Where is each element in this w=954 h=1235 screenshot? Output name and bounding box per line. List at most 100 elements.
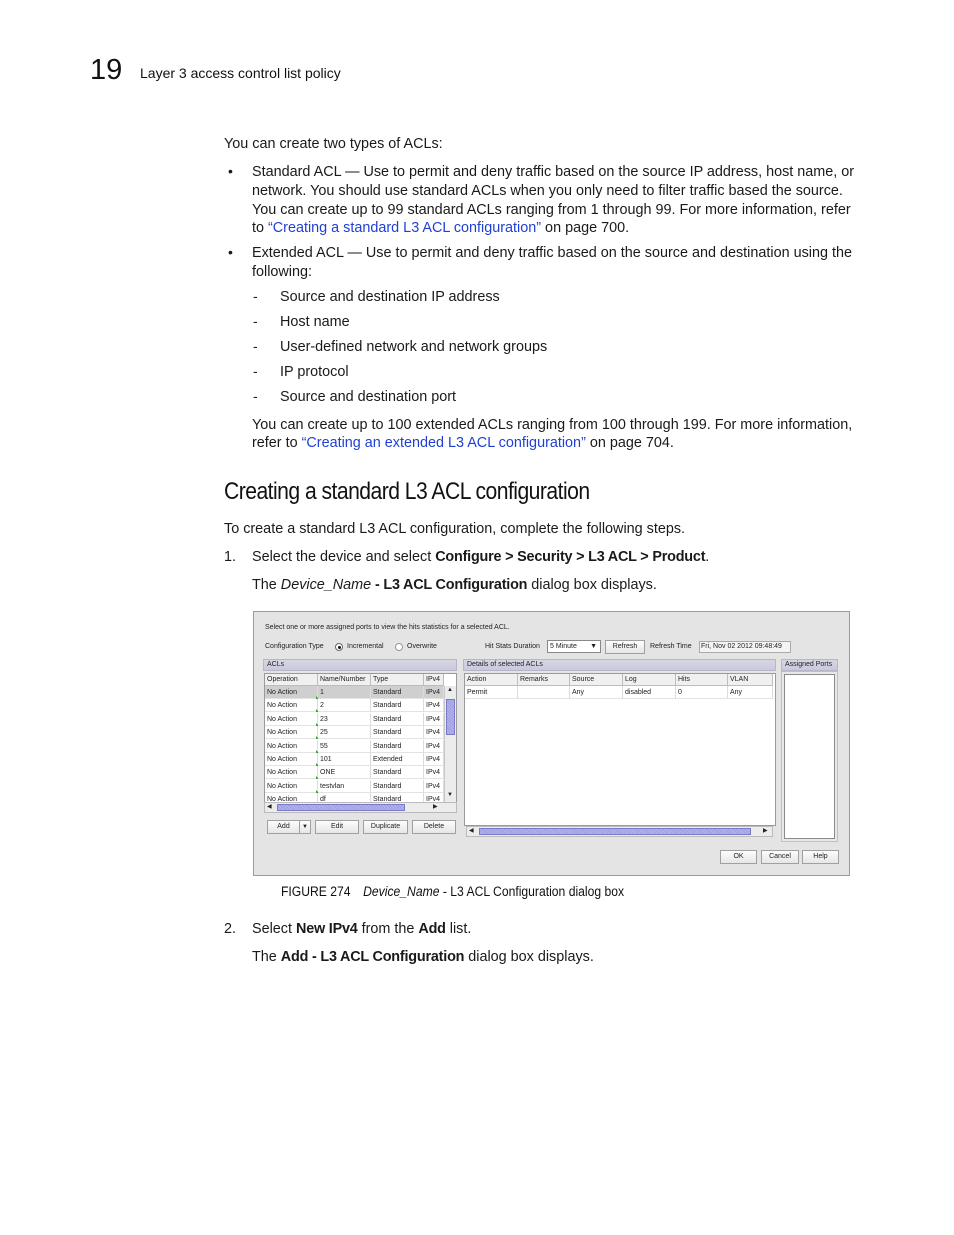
scroll-left-icon[interactable]: ◀	[469, 827, 474, 834]
text: Select	[252, 921, 296, 937]
text: .	[705, 549, 710, 565]
text: The	[252, 577, 281, 593]
add-button[interactable]: Add	[267, 820, 300, 834]
hit-stats-duration-select[interactable]: 5 Minute ▼	[547, 640, 601, 653]
table-cell: IPv4	[424, 766, 444, 780]
chapter-number: 19	[90, 54, 123, 86]
help-button[interactable]: Help	[802, 850, 839, 864]
extended-acl-line2: following:	[252, 264, 312, 280]
scroll-up-icon[interactable]: ▲	[447, 687, 453, 693]
column-header[interactable]: VLAN	[728, 674, 773, 686]
table-row[interactable]: No Action 101 Extended IPv4	[265, 753, 444, 766]
device-name: Device_Name	[280, 577, 372, 593]
figure-caption: FIGURE 274 Device_Name - L3 ACL Configura…	[281, 884, 624, 899]
column-header[interactable]: Type	[371, 674, 424, 686]
column-header[interactable]: Operation	[265, 674, 318, 686]
table-cell: No Action	[265, 699, 318, 713]
select-value: 5 Minute	[550, 643, 577, 650]
table-cell: Any	[728, 686, 773, 699]
column-header[interactable]: Remarks	[518, 674, 570, 686]
table-cell: Standard	[371, 686, 424, 699]
scroll-thumb[interactable]	[446, 699, 455, 735]
refresh-time-field: Fri, Nov 02 2012 09:48:49	[699, 641, 791, 653]
duplicate-button[interactable]: Duplicate	[363, 820, 408, 834]
details-panel-title: Details of selected ACLs	[463, 659, 776, 671]
details-horizontal-scrollbar[interactable]: ◀ ▶	[466, 826, 773, 837]
extended-note-line1: You can create up to 100 extended ACLs r…	[252, 417, 853, 433]
acls-vertical-scrollbar[interactable]: ▲ ▼	[444, 686, 456, 803]
column-header[interactable]: Log	[623, 674, 676, 686]
table-row[interactable]: No Action 1 Standard IPv4	[265, 686, 444, 699]
standard-acl-link[interactable]: “Creating a standard L3 ACL configuratio…	[268, 220, 541, 236]
dialog-instruction: Select one or more assigned ports to vie…	[265, 624, 510, 631]
table-cell: Any	[570, 686, 623, 699]
figure-title: - L3 ACL Configuration dialog box	[439, 884, 625, 899]
scroll-thumb[interactable]	[277, 804, 405, 811]
cancel-button[interactable]: Cancel	[761, 850, 799, 864]
dash-icon: -	[253, 313, 258, 329]
text: list.	[445, 921, 472, 937]
table-cell: Standard	[371, 739, 424, 753]
text: from the	[357, 921, 419, 937]
assigned-ports-panel	[781, 671, 838, 842]
text: on page 700.	[541, 220, 630, 236]
acls-panel-title: ACLs	[263, 659, 457, 671]
table-cell: No Action	[265, 753, 318, 766]
table-row[interactable]: No Action ONE Standard IPv4	[265, 766, 444, 780]
text: on page 704.	[585, 435, 674, 451]
add-dropdown-chevron-icon[interactable]: ▼	[299, 820, 311, 834]
table-cell: Standard	[371, 699, 424, 713]
scroll-down-icon[interactable]: ▼	[447, 792, 453, 798]
table-row[interactable]: No Action testvlan Standard IPv4	[265, 779, 444, 793]
extended-note-line2: refer to “Creating an extended L3 ACL co…	[252, 434, 674, 453]
dash-icon: -	[253, 363, 258, 379]
scroll-right-icon[interactable]: ▶	[433, 803, 438, 810]
scroll-right-icon[interactable]: ▶	[763, 827, 768, 834]
extended-acl-link[interactable]: “Creating an extended L3 ACL configurati…	[302, 435, 586, 451]
column-header[interactable]: IPv4 /	[424, 674, 444, 695]
table-cell: Standard	[371, 766, 424, 780]
scroll-thumb[interactable]	[479, 828, 751, 835]
table-cell: 23	[318, 712, 371, 726]
table-cell: 101	[318, 753, 371, 766]
refresh-button[interactable]: Refresh	[605, 640, 645, 654]
figure-label: FIGURE 274	[281, 884, 351, 899]
table-cell: No Action	[265, 726, 318, 740]
column-header[interactable]: Hits	[676, 674, 728, 686]
assigned-ports-list[interactable]	[784, 674, 835, 839]
radio-overwrite[interactable]	[395, 643, 403, 651]
column-header[interactable]: Name/Number	[318, 674, 371, 686]
table-cell	[518, 686, 570, 699]
table-cell: No Action	[265, 686, 318, 699]
standard-acl-line1: Standard ACL — Use to permit and deny tr…	[252, 164, 855, 180]
text: refer to	[252, 435, 302, 451]
chevron-down-icon: ▼	[590, 643, 597, 650]
step-number: 2.	[224, 921, 237, 937]
table-cell: IPv4	[424, 779, 444, 793]
subitem: Host name	[280, 314, 350, 330]
ok-button[interactable]: OK	[720, 850, 757, 864]
table-cell: Standard	[371, 779, 424, 793]
radio-overwrite-label: Overwrite	[407, 643, 437, 650]
acls-horizontal-scrollbar[interactable]: ◀ ▶	[264, 802, 457, 813]
table-row[interactable]: No Action 55 Standard IPv4	[265, 739, 444, 753]
radio-incremental[interactable]	[335, 643, 343, 651]
column-header[interactable]: Source	[570, 674, 623, 686]
table-row[interactable]: No Action 2 Standard IPv4	[265, 699, 444, 713]
table-row[interactable]: No Action 23 Standard IPv4	[265, 712, 444, 726]
delete-button[interactable]: Delete	[412, 820, 456, 834]
edit-button[interactable]: Edit	[315, 820, 359, 834]
table-cell: IPv4	[424, 712, 444, 726]
column-header[interactable]: Action	[465, 674, 518, 686]
table-cell: IPv4	[424, 753, 444, 766]
table-row[interactable]: No Action 25 Standard IPv4	[265, 726, 444, 740]
dash-icon: -	[253, 388, 258, 404]
step1-result: The Device_Name - L3 ACL Configuration d…	[252, 576, 657, 595]
dash-icon: -	[253, 288, 258, 304]
subitem: IP protocol	[280, 364, 349, 380]
scroll-left-icon[interactable]: ◀	[267, 803, 272, 810]
table-cell: 55	[318, 739, 371, 753]
standard-acl-line2: network. You should use standard ACLs wh…	[252, 183, 843, 199]
step-number: 1.	[224, 549, 237, 565]
table-cell: 2	[318, 699, 371, 713]
